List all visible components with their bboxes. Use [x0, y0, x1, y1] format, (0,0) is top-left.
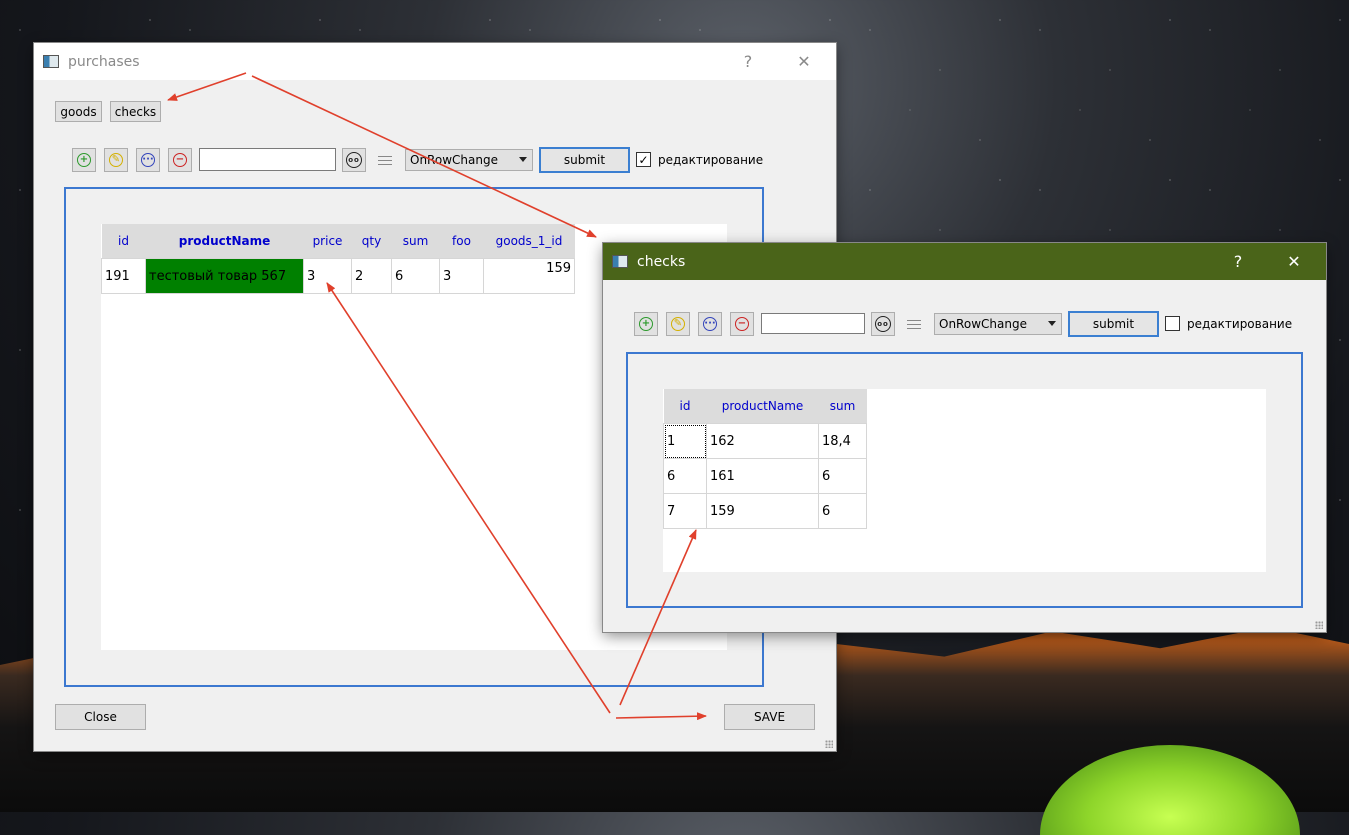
view-button[interactable]: oo	[342, 148, 366, 172]
table-header-row: id productName price qty sum foo goods_1…	[101, 224, 575, 259]
cell-sum[interactable]: 6	[818, 493, 867, 529]
resize-grip-icon[interactable]	[825, 740, 833, 748]
column-header-productname[interactable]: productName	[706, 389, 819, 424]
purchases-table: id productName price qty sum foo goods_1…	[101, 224, 575, 294]
more-icon: ···	[703, 317, 717, 331]
cell-goods-1-id[interactable]: 159	[483, 258, 575, 294]
dots-icon: oo	[346, 152, 362, 168]
table-row[interactable]: 191 тестовый товар 567 3 2 6 3 159	[101, 258, 575, 294]
cell-sum[interactable]: 6	[391, 258, 440, 294]
cell-productname-selected[interactable]: тестовый товар 567	[145, 258, 304, 294]
add-icon: +	[639, 317, 653, 331]
column-header-price[interactable]: price	[303, 224, 352, 259]
purchases-titlebar[interactable]: purchases ? ✕	[34, 43, 836, 80]
checks-window-title: checks	[637, 253, 686, 270]
cell-foo[interactable]: 3	[439, 258, 484, 294]
checks-table: id productName sum 1 162 18,4 6 161 6 7	[663, 389, 867, 529]
cell-id-focused[interactable]: 1	[663, 423, 707, 459]
search-input[interactable]	[761, 313, 865, 334]
window-app-icon	[612, 255, 628, 268]
checkmark-icon: ✓	[638, 152, 649, 167]
cell-productname[interactable]: 159	[706, 493, 819, 529]
delete-row-button[interactable]: −	[168, 148, 192, 172]
close-button[interactable]: Close	[55, 704, 146, 730]
minus-icon: −	[173, 153, 187, 167]
chevron-down-icon	[519, 157, 527, 162]
table-row[interactable]: 6 161 6	[663, 458, 867, 494]
checks-titlebar[interactable]: checks ? ✕	[603, 243, 1326, 280]
mode-select[interactable]: OnRowChange	[934, 313, 1062, 335]
data-grid[interactable]: id productName sum 1 162 18,4 6 161 6 7	[663, 389, 1266, 572]
column-header-id[interactable]: id	[101, 224, 146, 259]
help-button[interactable]: ?	[1214, 252, 1262, 271]
submit-button[interactable]: submit	[539, 147, 630, 173]
tab-goods[interactable]: goods	[55, 101, 102, 122]
column-header-goods-1-id[interactable]: goods_1_id	[483, 224, 575, 259]
add-icon: +	[77, 153, 91, 167]
resize-grip-icon[interactable]	[1315, 621, 1323, 629]
cell-id[interactable]: 191	[101, 258, 146, 294]
more-options-button[interactable]: ···	[136, 148, 160, 172]
cell-productname[interactable]: 162	[706, 423, 819, 459]
search-input[interactable]	[199, 148, 336, 171]
column-header-sum[interactable]: sum	[818, 389, 867, 424]
edit-row-button[interactable]: ✎	[666, 312, 690, 336]
more-icon: ···	[141, 153, 155, 167]
edit-checkbox-label: редактирование	[1187, 317, 1293, 331]
edit-checkbox-label: редактирование	[658, 153, 764, 167]
column-header-qty[interactable]: qty	[351, 224, 392, 259]
cell-sum[interactable]: 18,4	[818, 423, 867, 459]
help-button[interactable]: ?	[724, 52, 772, 71]
window-app-icon	[43, 55, 59, 68]
close-window-button[interactable]: ✕	[772, 52, 836, 71]
edit-icon: ✎	[671, 317, 685, 331]
cell-productname[interactable]: 161	[706, 458, 819, 494]
filter-icon[interactable]	[374, 149, 396, 171]
more-options-button[interactable]: ···	[698, 312, 722, 336]
tab-checks[interactable]: checks	[110, 101, 161, 122]
column-header-sum[interactable]: sum	[391, 224, 440, 259]
edit-icon: ✎	[109, 153, 123, 167]
column-header-foo[interactable]: foo	[439, 224, 484, 259]
minus-icon: −	[735, 317, 749, 331]
table-row[interactable]: 7 159 6	[663, 493, 867, 529]
close-window-button[interactable]: ✕	[1262, 252, 1326, 271]
filter-icon[interactable]	[903, 313, 925, 335]
cell-qty[interactable]: 2	[351, 258, 392, 294]
chevron-down-icon	[1048, 321, 1056, 326]
mode-select-value: OnRowChange	[939, 317, 1027, 331]
cell-sum[interactable]: 6	[818, 458, 867, 494]
purchases-window-title: purchases	[68, 53, 140, 70]
mode-select-value: OnRowChange	[410, 153, 498, 167]
cell-price[interactable]: 3	[303, 258, 352, 294]
cell-id[interactable]: 7	[663, 493, 707, 529]
dots-icon: oo	[875, 316, 891, 332]
view-button[interactable]: oo	[871, 312, 895, 336]
edit-checkbox[interactable]	[1165, 316, 1180, 331]
table-row[interactable]: 1 162 18,4	[663, 423, 867, 459]
column-header-productname[interactable]: productName	[145, 224, 304, 259]
mode-select[interactable]: OnRowChange	[405, 149, 533, 171]
submit-button[interactable]: submit	[1068, 311, 1159, 337]
add-row-button[interactable]: +	[634, 312, 658, 336]
column-header-id[interactable]: id	[663, 389, 707, 424]
table-header-row: id productName sum	[663, 389, 867, 424]
cell-id[interactable]: 6	[663, 458, 707, 494]
save-button[interactable]: SAVE	[724, 704, 815, 730]
add-row-button[interactable]: +	[72, 148, 96, 172]
checks-window: checks ? ✕ + ✎ ··· − oo OnRowChange subm…	[603, 243, 1326, 632]
delete-row-button[interactable]: −	[730, 312, 754, 336]
edit-checkbox[interactable]: ✓	[636, 152, 651, 167]
edit-row-button[interactable]: ✎	[104, 148, 128, 172]
